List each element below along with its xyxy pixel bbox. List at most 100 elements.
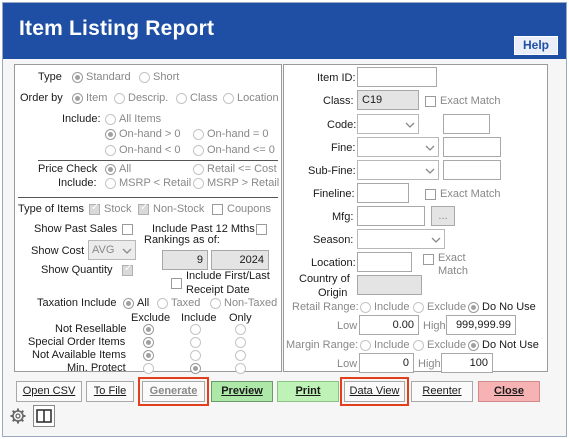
- itemid-field[interactable]: [357, 67, 437, 87]
- print-button[interactable]: Print: [277, 381, 339, 402]
- include-onhand-eq0-radio[interactable]: [193, 129, 204, 140]
- grid-row-label: Not Resellable: [55, 323, 127, 335]
- stock-checkbox[interactable]: [89, 202, 100, 215]
- margin-include-radio[interactable]: [360, 340, 371, 351]
- orderby-location-radio[interactable]: [223, 93, 234, 104]
- price-all-radio[interactable]: [105, 164, 116, 175]
- retail-include-radio[interactable]: [360, 302, 371, 313]
- orderby-label: Order by: [20, 92, 63, 104]
- special-order-exclude-radio[interactable]: [143, 337, 154, 348]
- location-field[interactable]: [357, 252, 412, 272]
- include-all-label: All Items: [119, 113, 162, 125]
- fine-label: Fine:: [331, 142, 356, 154]
- include-first-last-checkbox[interactable]: [171, 278, 182, 289]
- min-protect-include-radio[interactable]: [190, 363, 201, 374]
- to-file-button[interactable]: To File: [86, 381, 134, 402]
- nonstock-label: Non-Stock: [153, 203, 205, 215]
- price-msrp-lt-retail-radio[interactable]: [105, 178, 116, 189]
- country-field[interactable]: [357, 275, 422, 295]
- code-dropdown[interactable]: [357, 114, 419, 134]
- not-available-only-radio[interactable]: [235, 350, 246, 361]
- fineline-label: Fineline:: [313, 188, 355, 200]
- preview-button[interactable]: Preview: [211, 381, 273, 402]
- type-short-radio[interactable]: [139, 72, 150, 83]
- tax-all-radio[interactable]: [123, 298, 134, 309]
- not-resellable-only-radio[interactable]: [235, 324, 246, 335]
- subfine-detail-field[interactable]: [443, 160, 501, 180]
- price-msrp-gt-retail-label: MSRP > Retail: [207, 177, 280, 189]
- rank-month-field[interactable]: 9: [162, 250, 208, 270]
- orderby-descrip-radio[interactable]: [114, 93, 125, 104]
- settings-button[interactable]: [9, 407, 27, 425]
- code-detail-field[interactable]: [443, 114, 490, 134]
- orderby-item-radio[interactable]: [72, 93, 83, 104]
- open-csv-button[interactable]: Open CSV: [16, 381, 82, 402]
- retail-exclude-radio[interactable]: [413, 302, 424, 313]
- close-button[interactable]: Close: [478, 381, 540, 402]
- chevron-down-icon: [425, 145, 435, 151]
- coupons-checkbox[interactable]: [212, 204, 223, 215]
- class-exact-match-label: Exact Match: [440, 95, 501, 107]
- price-retail-le-cost-radio[interactable]: [193, 164, 204, 175]
- type-short-label: Short: [153, 71, 180, 83]
- not-resellable-exclude-radio[interactable]: [143, 324, 154, 335]
- class-exact-match-checkbox[interactable]: [425, 96, 436, 107]
- include-onhand-le0-radio[interactable]: [193, 145, 204, 156]
- mfg-lookup-button[interactable]: ...: [431, 206, 455, 226]
- include-onhand-gt0-label: On-hand > 0: [119, 128, 181, 140]
- chevron-down-icon: [431, 237, 441, 243]
- fineline-field[interactable]: [357, 183, 409, 203]
- fineline-exact-match-checkbox[interactable]: [425, 189, 436, 200]
- generate-button[interactable]: Generate: [142, 381, 205, 402]
- type-standard-label: Standard: [86, 71, 131, 83]
- fine-dropdown[interactable]: [357, 137, 439, 157]
- subfine-dropdown[interactable]: [357, 160, 439, 180]
- season-dropdown[interactable]: [357, 229, 445, 249]
- stock-label: Stock: [104, 203, 132, 215]
- special-order-include-radio[interactable]: [190, 337, 201, 348]
- layout-button[interactable]: [33, 405, 55, 427]
- close-label: Close: [494, 385, 524, 397]
- not-available-exclude-radio[interactable]: [143, 350, 154, 361]
- divider: [18, 197, 278, 198]
- cost-dropdown[interactable]: AVG: [88, 240, 136, 260]
- include-onhand-lt0-radio[interactable]: [105, 145, 116, 156]
- margin-low-field[interactable]: 0: [359, 353, 414, 373]
- pricecheck-label: Price Check: [38, 163, 98, 175]
- mfg-field[interactable]: [357, 206, 425, 226]
- nonstock-checkbox[interactable]: [138, 202, 149, 215]
- retail-high-field[interactable]: 999,999.99: [446, 315, 516, 335]
- not-available-include-radio[interactable]: [190, 350, 201, 361]
- location-exact-match-checkbox[interactable]: [423, 254, 434, 265]
- orderby-class-radio[interactable]: [176, 93, 187, 104]
- class-field[interactable]: C19: [357, 90, 419, 110]
- show-quantity-checkbox[interactable]: [122, 263, 133, 276]
- help-button[interactable]: Help: [513, 35, 559, 56]
- min-protect-exclude-radio[interactable]: [143, 363, 154, 374]
- include-past12-checkbox[interactable]: [256, 224, 267, 235]
- special-order-only-radio[interactable]: [235, 337, 246, 348]
- type-standard-radio[interactable]: [72, 72, 83, 83]
- margin-exclude-radio[interactable]: [413, 340, 424, 351]
- retail-donotuse-radio[interactable]: [468, 302, 479, 313]
- margin-high-field[interactable]: 100: [441, 353, 493, 373]
- reenter-button[interactable]: Reenter: [411, 381, 473, 402]
- price-msrp-gt-retail-radio[interactable]: [193, 178, 204, 189]
- show-past-sales-checkbox[interactable]: [122, 224, 133, 235]
- include-onhand-gt0-radio[interactable]: [105, 129, 116, 140]
- data-view-button[interactable]: Data View: [344, 381, 405, 402]
- margin-donotuse-radio[interactable]: [468, 340, 479, 351]
- margin-high-value: 100: [469, 357, 488, 369]
- include-all-radio[interactable]: [105, 114, 116, 125]
- tax-taxed-radio[interactable]: [157, 298, 168, 309]
- tax-nontaxed-radio[interactable]: [210, 298, 221, 309]
- grid-row-label: Special Order Items: [28, 336, 126, 348]
- fine-detail-field[interactable]: [443, 137, 501, 157]
- rank-year-field[interactable]: 2024: [211, 250, 269, 270]
- grid-header-exclude: Exclude: [131, 312, 171, 324]
- retail-donotuse-label: Do No Use: [482, 301, 536, 313]
- grid-row-label: Not Available Items: [32, 349, 126, 361]
- retail-low-field[interactable]: 0.00: [359, 315, 419, 335]
- min-protect-only-radio[interactable]: [235, 363, 246, 374]
- not-resellable-include-radio[interactable]: [190, 324, 201, 335]
